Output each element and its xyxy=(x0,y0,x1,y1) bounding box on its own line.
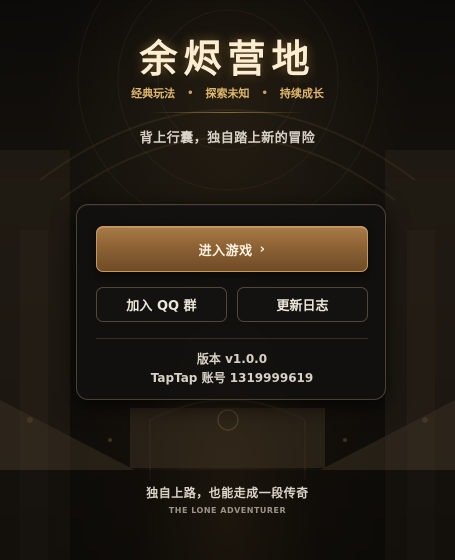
join-qq-label: 加入 QQ 群 xyxy=(126,299,197,314)
enter-game-label: 进入游戏 xyxy=(198,243,253,259)
changelog-label: 更新日志 xyxy=(276,299,329,314)
join-qq-group-button[interactable]: 加入 QQ 群 xyxy=(96,287,227,322)
chevron-right-icon: › xyxy=(259,241,266,257)
header-divider xyxy=(150,112,305,113)
changelog-button[interactable]: 更新日志 xyxy=(237,287,368,322)
footer-slogan: 独自上路，也能走成一段传奇 xyxy=(146,486,309,500)
footer-subtitle: THE LONE ADVENTURER xyxy=(168,506,287,515)
feature-tag: 探索未知 xyxy=(205,87,250,100)
feature-tags: 经典玩法 • 探索未知 • 持续成长 xyxy=(0,85,455,101)
main-menu-panel: 进入游戏 › 加入 QQ 群 更新日志 版本 v1.0.0 TapTap 账号 … xyxy=(76,204,386,400)
tag-separator: • xyxy=(187,87,194,99)
account-id-text: TapTap 账号 1319999619 xyxy=(150,371,314,385)
enter-game-button[interactable]: 进入游戏 › xyxy=(96,226,368,272)
tag-separator: • xyxy=(261,87,268,99)
panel-divider xyxy=(96,338,368,339)
version-text: 版本 v1.0.0 xyxy=(196,352,268,366)
feature-tag: 经典玩法 xyxy=(131,87,176,100)
tagline: 背上行囊，独自踏上新的冒险 xyxy=(139,131,316,146)
app-screen: 余烬营地 经典玩法 • 探索未知 • 持续成长 背上行囊，独自踏上新的冒险 进入… xyxy=(0,0,455,560)
game-title: 余烬营地 xyxy=(139,37,316,81)
feature-tag: 持续成长 xyxy=(279,87,324,100)
